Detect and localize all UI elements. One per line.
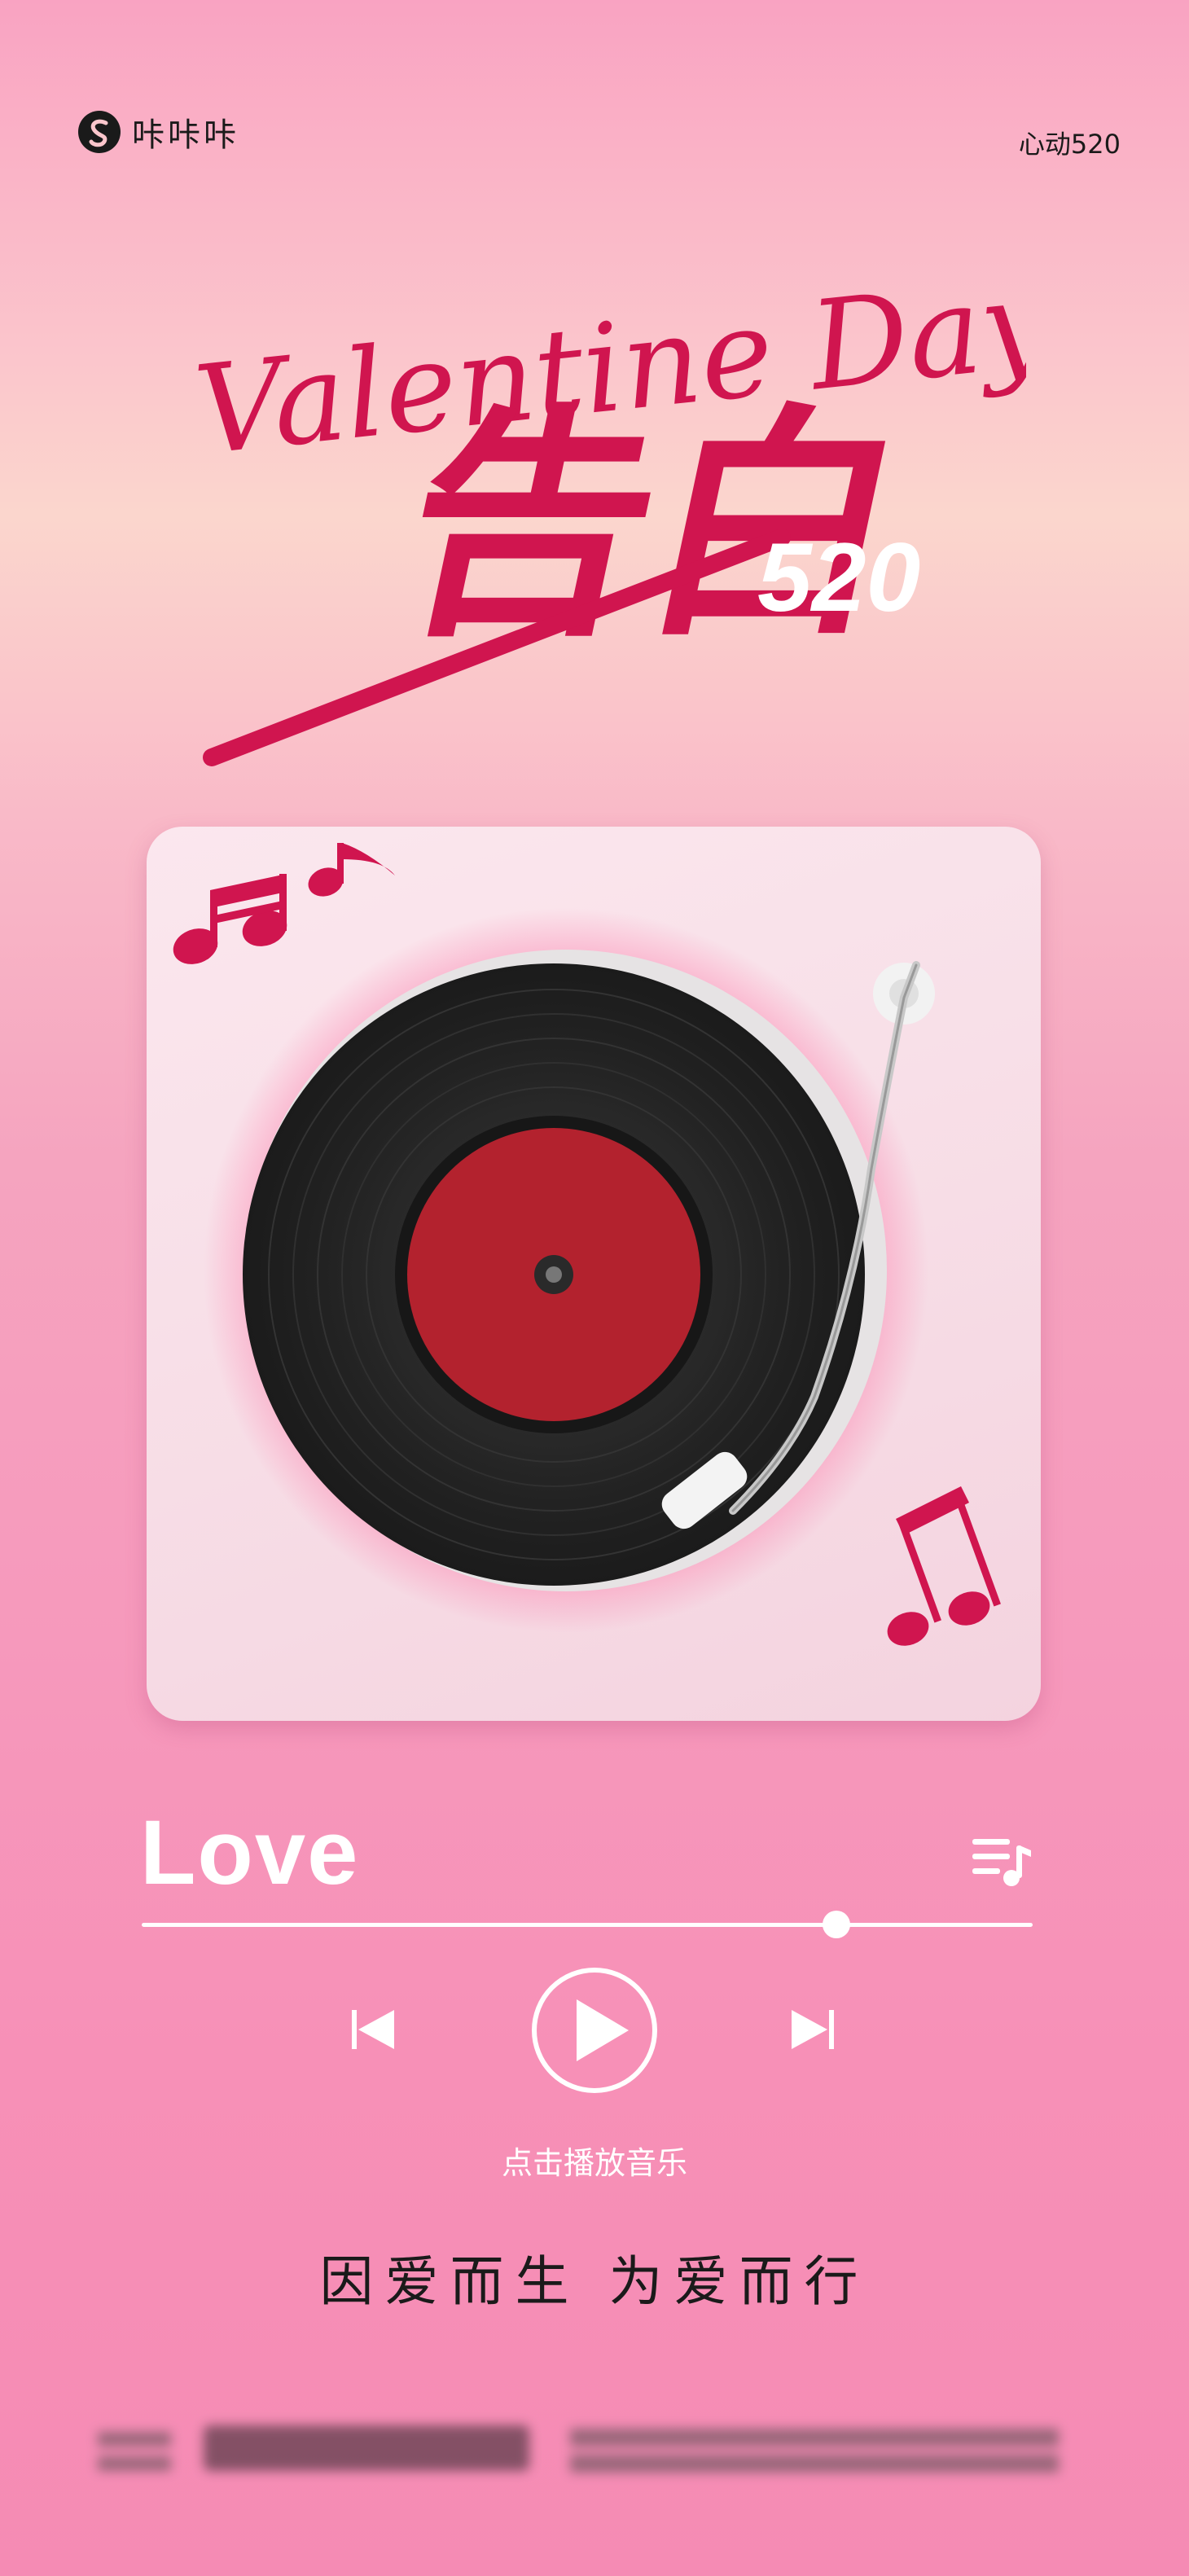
previous-icon <box>352 2010 394 2049</box>
vinyl-record <box>243 963 865 1586</box>
next-button[interactable] <box>788 2005 837 2054</box>
title-number: 520 <box>757 523 920 632</box>
header-tag: 心动520 <box>1018 129 1121 160</box>
music-note-icon <box>173 874 287 964</box>
blurred-footer <box>98 2425 1059 2473</box>
title-artwork: Valentine Day 告白 520 <box>189 269 1026 766</box>
previous-button[interactable] <box>349 2005 397 2054</box>
playlist-button[interactable] <box>969 1832 1034 1889</box>
play-button[interactable] <box>529 1965 660 2095</box>
music-note-icon <box>308 843 395 897</box>
progress-knob[interactable] <box>823 1911 851 1938</box>
play-hint[interactable]: 点击播放音乐 <box>0 2138 1189 2183</box>
song-title: Love <box>140 1801 360 1903</box>
brand-name: 咔咔咔 <box>132 116 239 154</box>
play-icon <box>532 1968 657 2093</box>
brand: 咔咔咔 <box>78 108 239 156</box>
progress-track[interactable] <box>142 1923 1033 1927</box>
slogan: 因爱而生 为爱而行 <box>319 2250 870 2313</box>
music-note-icon <box>887 1486 1001 1646</box>
player-card <box>147 827 1041 1721</box>
playlist-icon <box>972 1839 1031 1886</box>
brand-logo-icon <box>78 111 121 153</box>
next-icon <box>792 2010 834 2049</box>
